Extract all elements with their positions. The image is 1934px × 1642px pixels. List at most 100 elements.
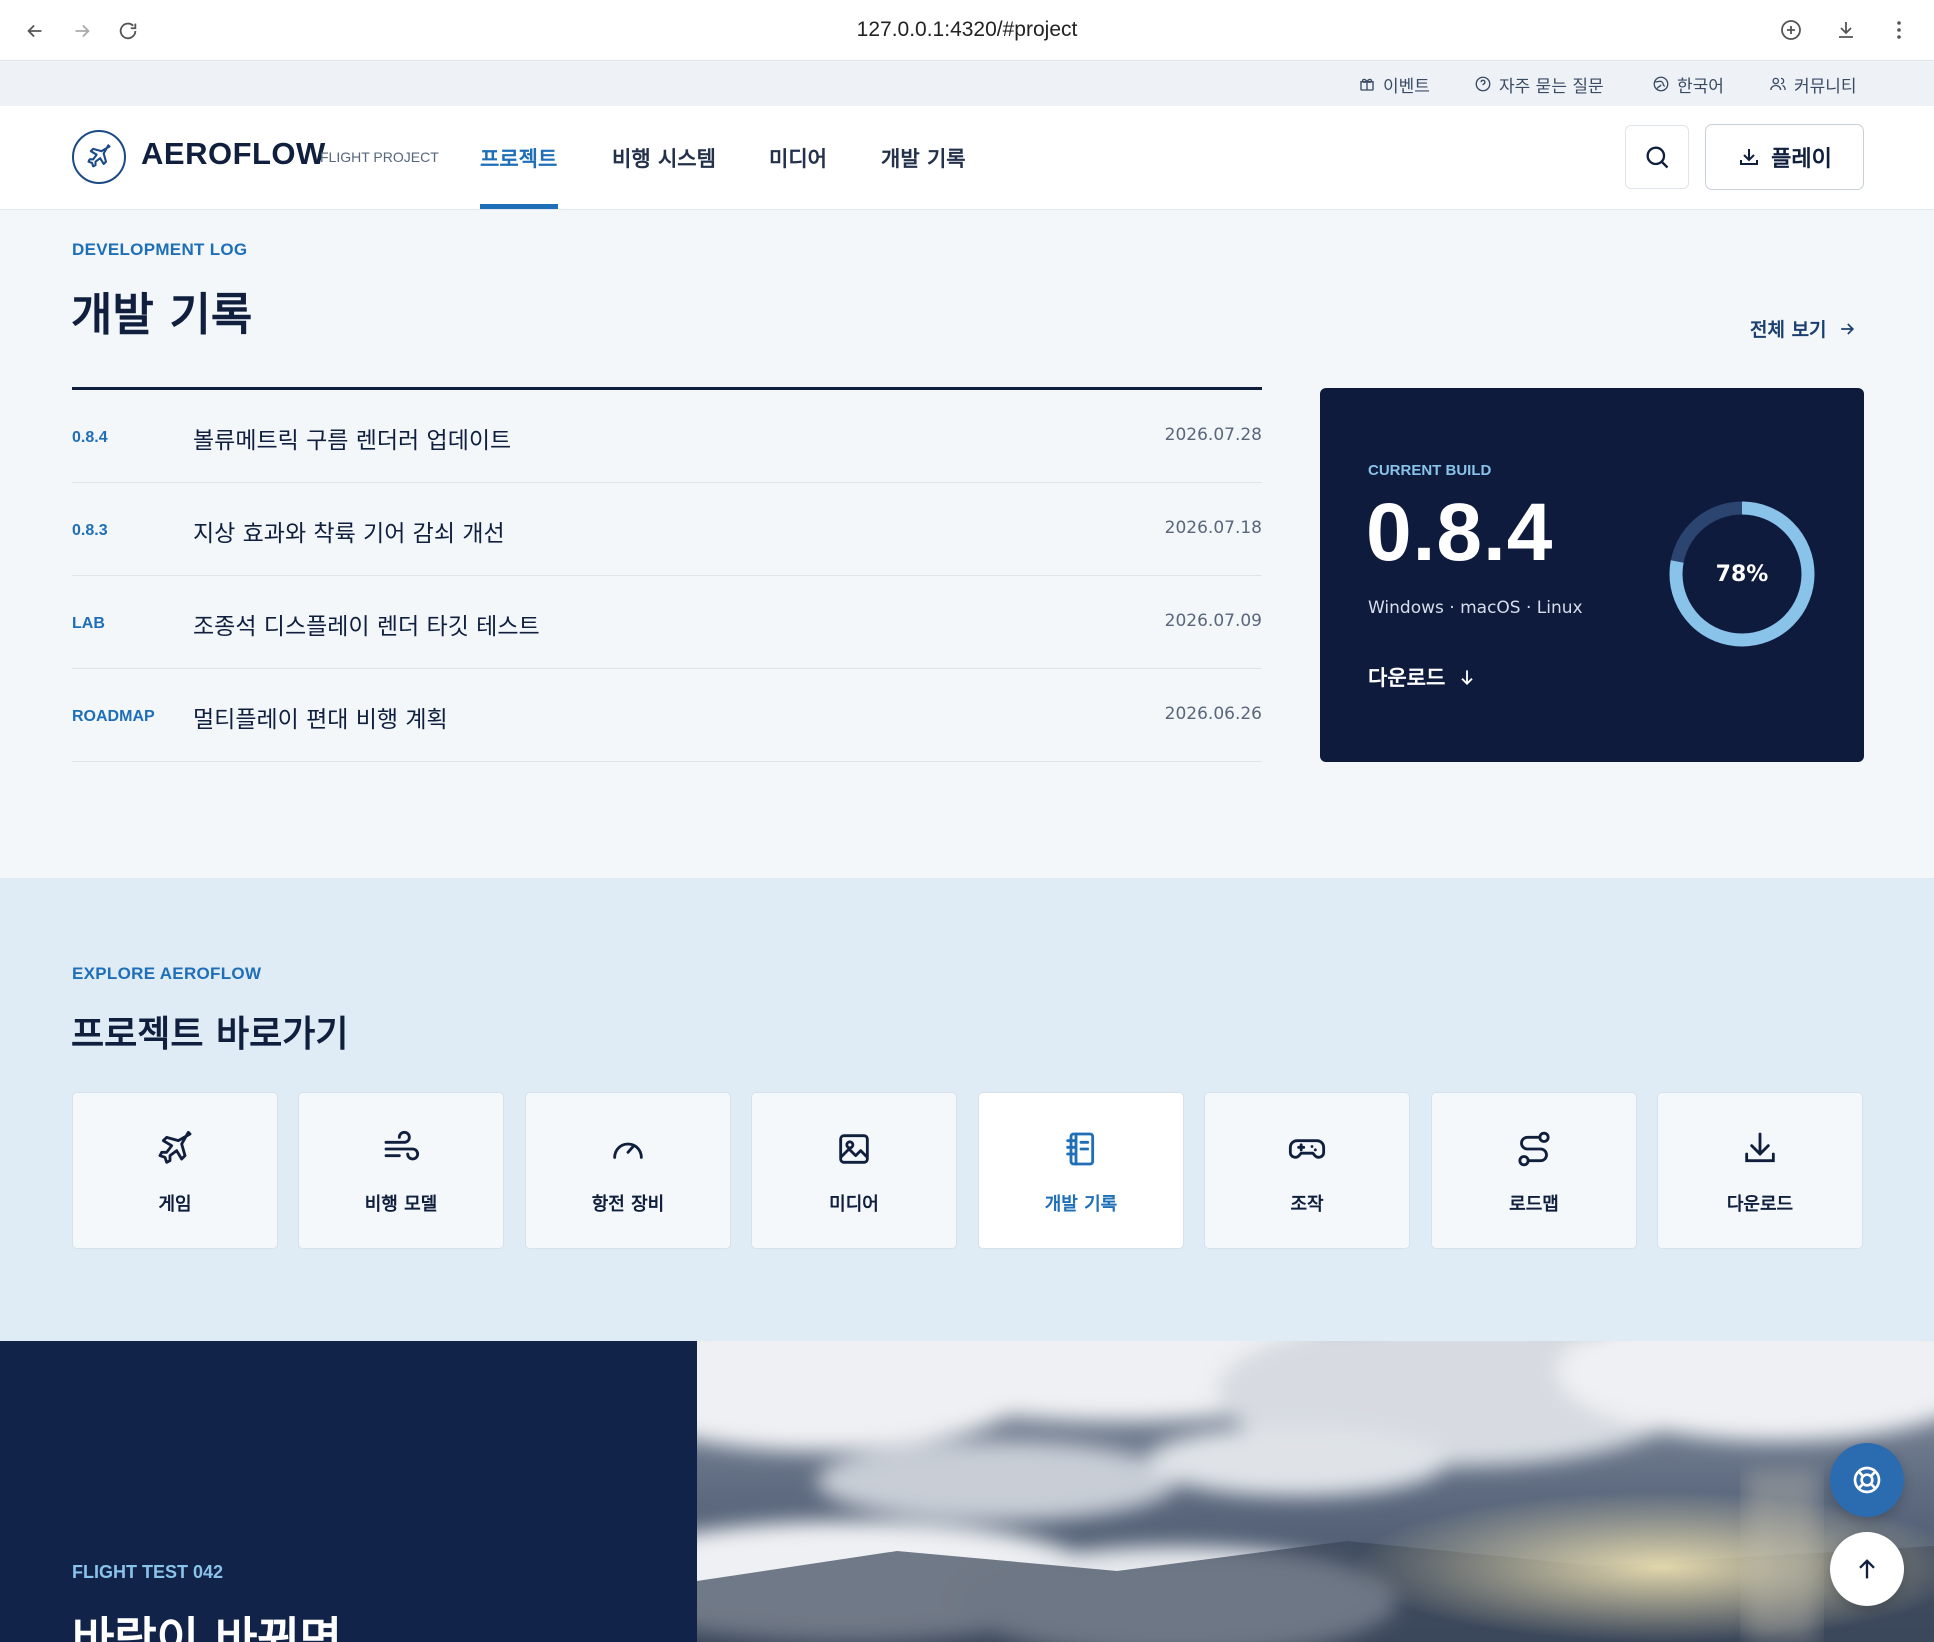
- hero-cloud-photo: [697, 1341, 1934, 1642]
- view-all-link[interactable]: 전체 보기: [1750, 315, 1857, 342]
- explore-eyebrow: EXPLORE AEROFLOW: [72, 964, 262, 983]
- globe-icon: [1653, 76, 1669, 92]
- util-community-label: 커뮤니티: [1794, 76, 1857, 97]
- wind-icon: [384, 1130, 420, 1161]
- hero-eyebrow: FLIGHT TEST 042: [72, 1562, 224, 1582]
- nav-devlog[interactable]: 개발 기록: [881, 143, 966, 173]
- explore-title: 프로젝트 바로가기: [71, 1014, 349, 1055]
- util-events-label: 이벤트: [1383, 76, 1430, 97]
- devlog-entry-title: 지상 효과와 착륙 기어 감쇠 개선: [193, 521, 505, 547]
- download-icon: [1740, 149, 1759, 165]
- browser-toolbar: 127.0.0.1:4320/#project: [0, 0, 1934, 61]
- util-events-link[interactable]: 이벤트: [1358, 71, 1430, 97]
- download-icon: [1839, 22, 1853, 38]
- menu-button[interactable]: [1884, 15, 1914, 45]
- lifebuoy-icon: [1853, 1466, 1881, 1494]
- current-build-card: CURRENT BUILD 0.8.4 Windows · macOS · Li…: [1320, 388, 1864, 762]
- plus-circle-icon: [1781, 20, 1801, 40]
- route-icon: [1518, 1131, 1550, 1167]
- tile-flight-model[interactable]: 비행 모델: [298, 1092, 504, 1249]
- tile-game[interactable]: 게임: [72, 1092, 278, 1249]
- support-button[interactable]: [1830, 1443, 1904, 1517]
- arrow-up-icon: [1859, 1559, 1875, 1579]
- tile-roadmap[interactable]: 로드맵: [1431, 1092, 1637, 1249]
- site-header: AEROFLOW FLIGHT PROJECT 프로젝트 비행 시스템 미디어 …: [0, 106, 1934, 210]
- play-button[interactable]: 플레이: [1705, 124, 1864, 190]
- plane-icon: [87, 144, 111, 168]
- devlog-tag: 0.8.3: [72, 522, 108, 539]
- build-progress-label: 78%: [1715, 561, 1769, 587]
- users-icon: [1770, 77, 1786, 91]
- build-download-label: 다운로드: [1368, 666, 1446, 690]
- build-version: 0.8.4: [1366, 487, 1554, 578]
- tile-label: 개발 기록: [1044, 1194, 1118, 1215]
- gauge-icon: [613, 1142, 643, 1159]
- play-button-label: 플레이: [1771, 147, 1832, 172]
- help-circle-icon: [1475, 76, 1491, 92]
- notebook-icon: [1066, 1132, 1095, 1166]
- image-icon: [839, 1134, 869, 1164]
- hero-section: FLIGHT TEST 042 바람이 바뀌면: [0, 1341, 1934, 1642]
- hero-title: 바람이 바뀌면: [72, 1612, 342, 1642]
- arrow-right-icon: [1840, 322, 1854, 335]
- util-faq-label: 자주 묻는 질문: [1499, 76, 1604, 97]
- devlog-entry-title: 멀티플레이 편대 비행 계획: [193, 707, 448, 733]
- devlog-tag: ROADMAP: [72, 708, 155, 725]
- tile-label: 비행 모델: [364, 1194, 438, 1215]
- devlog-tag: 0.8.4: [72, 429, 108, 446]
- tile-download[interactable]: 다운로드: [1657, 1092, 1863, 1249]
- tile-devlog[interactable]: 개발 기록: [978, 1092, 1184, 1249]
- util-language-label: 한국어: [1677, 76, 1724, 97]
- build-eyebrow: CURRENT BUILD: [1368, 462, 1492, 479]
- util-language-link[interactable]: 한국어: [1652, 71, 1724, 97]
- tile-media[interactable]: 미디어: [751, 1092, 957, 1249]
- tile-avionics[interactable]: 항전 장비: [525, 1092, 731, 1249]
- devlog-date: 2026.07.09: [1164, 611, 1262, 631]
- build-platforms: Windows · macOS · Linux: [1368, 598, 1583, 618]
- brand-name[interactable]: AEROFLOW: [141, 136, 326, 172]
- view-all-label: 전체 보기: [1750, 319, 1827, 341]
- downloads-button[interactable]: [1831, 15, 1861, 45]
- brand-subtitle: FLIGHT PROJECT: [320, 149, 439, 165]
- active-nav-indicator: [480, 204, 558, 209]
- search-button[interactable]: [1625, 125, 1689, 189]
- devlog-title: 개발 기록: [71, 288, 253, 341]
- util-faq-link[interactable]: 자주 묻는 질문: [1474, 71, 1604, 97]
- nav-project[interactable]: 프로젝트: [480, 143, 557, 173]
- devlog-date: 2026.07.18: [1164, 518, 1262, 538]
- nav-flight-system[interactable]: 비행 시스템: [612, 143, 716, 173]
- tile-label: 미디어: [829, 1194, 879, 1215]
- build-download-link[interactable]: 다운로드: [1368, 662, 1477, 692]
- explore-section: EXPLORE AEROFLOW 프로젝트 바로가기 게임 비행 모델 항전 장…: [0, 878, 1934, 1341]
- plane-icon: [158, 1130, 192, 1164]
- devlog-tag: LAB: [72, 615, 105, 632]
- arrow-down-icon: [1461, 670, 1473, 685]
- scroll-top-button[interactable]: [1830, 1532, 1904, 1606]
- more-vertical-icon: [1897, 21, 1901, 39]
- devlog-entry-title: 조종석 디스플레이 렌더 타깃 테스트: [193, 614, 540, 640]
- nav-media[interactable]: 미디어: [769, 143, 827, 173]
- tile-label: 조작: [1290, 1194, 1324, 1215]
- logo-mark[interactable]: [72, 130, 126, 184]
- tile-label: 게임: [158, 1194, 192, 1215]
- devlog-row[interactable]: 0.8.4 볼류메트릭 구름 렌더러 업데이트 2026.07.28: [72, 390, 1262, 483]
- search-icon: [1646, 146, 1669, 169]
- devlog-list: 0.8.4 볼류메트릭 구름 렌더러 업데이트 2026.07.28 0.8.3…: [72, 387, 1262, 762]
- devlog-eyebrow: DEVELOPMENT LOG: [72, 240, 248, 259]
- devlog-date: 2026.06.26: [1164, 704, 1262, 724]
- devlog-row[interactable]: 0.8.3 지상 효과와 착륙 기어 감쇠 개선 2026.07.18: [72, 483, 1262, 576]
- tile-label: 로드맵: [1509, 1194, 1559, 1215]
- utility-bar: 이벤트 자주 묻는 질문 한국어 커뮤니티: [0, 62, 1934, 106]
- tile-controls[interactable]: 조작: [1204, 1092, 1410, 1249]
- gift-icon: [1360, 78, 1374, 91]
- tile-label: 다운로드: [1726, 1194, 1794, 1215]
- address-bar[interactable]: 127.0.0.1:4320/#project: [0, 18, 1934, 42]
- add-tab-button[interactable]: [1776, 15, 1806, 45]
- devlog-entry-title: 볼류메트릭 구름 렌더러 업데이트: [193, 428, 512, 454]
- download-icon: [1745, 1132, 1775, 1163]
- devlog-row[interactable]: LAB 조종석 디스플레이 렌더 타깃 테스트 2026.07.09: [72, 576, 1262, 669]
- tile-label: 항전 장비: [591, 1194, 665, 1215]
- devlog-date: 2026.07.28: [1164, 425, 1262, 445]
- util-community-link[interactable]: 커뮤니티: [1769, 71, 1857, 97]
- devlog-row[interactable]: ROADMAP 멀티플레이 편대 비행 계획 2026.06.26: [72, 669, 1262, 762]
